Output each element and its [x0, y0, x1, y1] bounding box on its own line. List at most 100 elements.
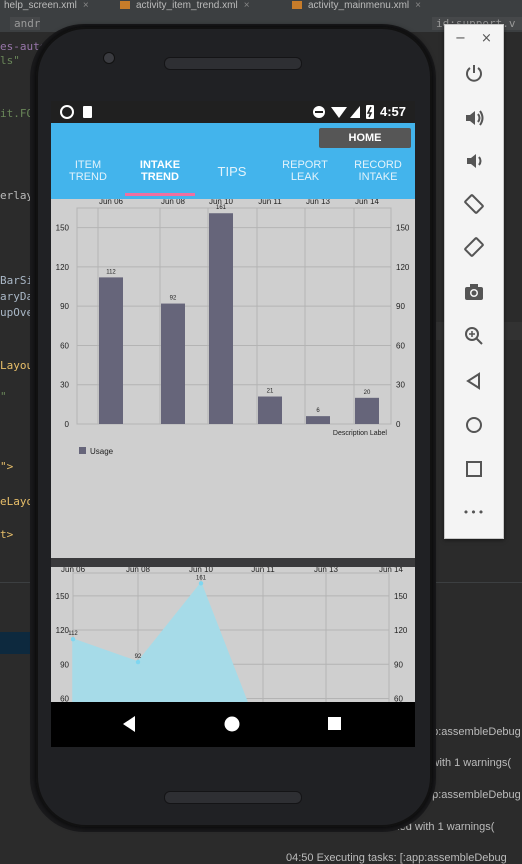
zoom-in-icon — [465, 327, 483, 345]
y-tick-right: 0 — [396, 420, 401, 429]
bar-chart[interactable]: 0 0 30 30 60 60 90 90 120 120 150 150 Jun 06 Jun 08 Ju… — [51, 197, 415, 558]
power-button[interactable] — [445, 58, 503, 88]
log-line: pp:assembleDebug — [426, 789, 521, 801]
code-line: " — [0, 390, 7, 403]
y-tick-left: 120 — [56, 263, 70, 272]
overview-square-icon — [466, 461, 482, 477]
code-line: t> — [0, 528, 14, 541]
x-tick-label: Jun 13 — [306, 199, 331, 206]
overview-button[interactable] — [445, 454, 503, 484]
home-button-emulator[interactable] — [445, 410, 503, 440]
plot-area — [76, 207, 392, 425]
ide-tab-activity-item-trend[interactable]: activity_item_trend.xml × — [120, 0, 250, 14]
bar — [209, 213, 233, 424]
y-tick-left: 30 — [60, 381, 69, 390]
rotate-left-button[interactable] — [445, 189, 503, 219]
code-line: upOve — [0, 306, 34, 319]
rotate-right-button[interactable] — [445, 232, 503, 262]
home-circle-icon — [466, 417, 482, 433]
close-icon[interactable]: × — [83, 0, 89, 11]
bar-value-label: 92 — [170, 296, 177, 302]
camera-icon — [465, 284, 483, 300]
xml-file-icon — [292, 1, 302, 10]
zoom-button[interactable] — [445, 321, 503, 351]
tab-record-intake[interactable]: RECORD INTAKE — [341, 159, 415, 199]
y-tick-right: 120 — [394, 626, 408, 635]
battery-icon — [366, 105, 374, 119]
code-line: "> — [0, 460, 14, 473]
bar — [355, 397, 379, 424]
recents-icon — [328, 717, 341, 730]
app-bar: HOME ITEM TREND INTAKE TREND TIPS REPORT LE… — [51, 123, 415, 199]
bar-value-label: 21 — [267, 389, 274, 395]
ide-tab-bar: help_screen.xml × activity_item_trend.xml… — [0, 0, 522, 15]
x-tick-label: Jun 14 — [355, 199, 380, 206]
home-button[interactable]: HOME — [319, 128, 411, 148]
close-icon[interactable]: × — [415, 0, 421, 11]
legend-label: Usage — [90, 447, 114, 456]
point-value-label: 112 — [68, 631, 78, 637]
tab-report-leak[interactable]: REPORT LEAK — [269, 159, 341, 199]
code-line: BarSi — [0, 274, 34, 287]
status-time: 4:57 — [379, 104, 406, 119]
power-icon — [466, 65, 482, 82]
back-button[interactable] — [445, 366, 503, 396]
x-tick-label: Jun 08 — [161, 199, 186, 206]
rotate-right-icon — [464, 237, 484, 257]
nav-buttons — [123, 716, 341, 732]
volume-up-button[interactable] — [445, 103, 503, 133]
top-speaker — [164, 57, 302, 70]
bar-value-label: 6 — [316, 408, 320, 414]
screenshot-button[interactable] — [445, 277, 503, 307]
volume-down-button[interactable] — [445, 146, 503, 176]
close-button[interactable]: × — [481, 31, 492, 46]
ide-tab-activity-mainmenu[interactable]: activity_mainmenu.xml × — [292, 0, 421, 14]
code-line: erlay — [0, 189, 34, 202]
bar — [161, 303, 185, 424]
data-point — [135, 659, 141, 665]
bar — [258, 396, 282, 424]
status-bar: 4:57 — [51, 101, 415, 123]
log-line: 04:50 Executing tasks: [:app:assembleDeb… — [286, 852, 507, 864]
chart-content: 0 0 30 30 60 60 90 90 120 120 150 150 Jun 06 Jun 08 Ju… — [51, 197, 415, 747]
data-point — [70, 636, 76, 642]
notification-circle-icon — [60, 105, 74, 119]
volume-up-icon — [466, 110, 484, 126]
rotate-left-icon — [464, 194, 484, 214]
y-tick-right: 90 — [396, 302, 405, 311]
y-tick-left: 150 — [56, 592, 70, 601]
phone-screen: 4:57 HOME ITEM TREND INTAKE TREND TIPS REP… — [51, 101, 415, 747]
ide-tab-help-screen[interactable]: help_screen.xml × — [4, 0, 89, 14]
code-line: ls" — [0, 54, 20, 67]
y-tick-left: 60 — [60, 341, 69, 350]
volume-down-icon — [467, 154, 482, 168]
minimize-button[interactable]: − — [455, 31, 466, 46]
code-line: eLayo — [0, 495, 34, 508]
description-label: Description Label — [333, 430, 388, 437]
bar-chart-container[interactable]: 0 0 30 30 60 60 90 90 120 120 150 150 Jun 06 Jun 08 Ju… — [51, 197, 415, 558]
y-tick-right: 150 — [396, 224, 410, 233]
bar-value-label: 112 — [106, 269, 116, 275]
chart-divider — [51, 558, 415, 567]
log-line: pp:assembleDebug — [426, 726, 521, 738]
x-tick-label: Jun 08 — [126, 567, 151, 574]
legend-swatch — [79, 447, 86, 454]
home-circle-icon — [224, 716, 240, 732]
y-tick-right: 90 — [394, 660, 403, 669]
close-icon[interactable]: × — [244, 0, 250, 11]
emulator-toolbar: − × ••• — [444, 24, 504, 539]
y-tick-right: 60 — [396, 341, 405, 350]
tab-item-trend[interactable]: ITEM TREND — [51, 159, 125, 199]
x-tick-label: Jun 10 — [189, 567, 214, 574]
more-button[interactable]: ••• — [445, 497, 503, 527]
code-line: aryDa — [0, 290, 34, 303]
ide-breadcrumb-left[interactable]: android — [10, 17, 40, 30]
cell-signal-icon — [350, 106, 360, 118]
x-tick-label: Jun 11 — [258, 199, 282, 206]
x-tick-label: Jun 06 — [99, 199, 124, 206]
navigation-bar — [51, 702, 415, 747]
x-tick-label: Jun 14 — [379, 567, 404, 574]
y-tick-left: 90 — [60, 660, 69, 669]
y-tick-left: 150 — [56, 224, 70, 233]
y-tick-right: 30 — [396, 381, 405, 390]
